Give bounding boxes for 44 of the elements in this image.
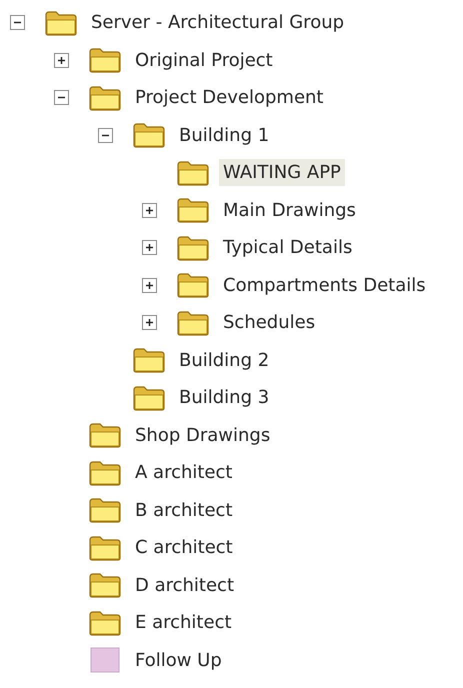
folder-icon [176, 160, 210, 186]
folder-icon [176, 197, 210, 224]
expand-icon[interactable] [142, 278, 157, 293]
folder-icon [88, 534, 122, 561]
tree-item[interactable]: Building 3 [175, 384, 274, 412]
folder-icon [176, 234, 210, 261]
tree-item[interactable]: Shop Drawings [131, 422, 274, 449]
tree-item[interactable]: A architect [131, 459, 236, 486]
tree-item[interactable]: WAITING APP [219, 159, 345, 186]
folder-icon [88, 610, 122, 636]
folder-icon [88, 572, 122, 598]
tree-item[interactable]: B architect [131, 496, 236, 524]
collapse-icon[interactable] [98, 128, 113, 143]
tree-item[interactable]: Follow Up [131, 646, 226, 674]
collapse-icon[interactable] [10, 15, 25, 30]
tree-item[interactable]: Compartments Details [219, 272, 430, 299]
tree-item[interactable]: Schedules [219, 309, 320, 336]
folder-icon [88, 460, 122, 486]
folder-icon [88, 497, 122, 524]
tree-item[interactable]: E architect [131, 609, 236, 636]
collapse-icon[interactable] [54, 90, 69, 106]
tree-item[interactable]: Typical Details [219, 234, 356, 262]
tree-item[interactable]: C architect [131, 534, 237, 562]
folder-icon [176, 310, 210, 336]
expand-icon[interactable] [54, 52, 69, 68]
tree-item[interactable]: Building 2 [175, 346, 274, 374]
folder-icon [88, 84, 122, 111]
folder-icon [132, 384, 166, 411]
expand-icon[interactable] [142, 240, 157, 256]
expand-icon[interactable] [142, 315, 157, 330]
tree-item[interactable]: Building 1 [175, 122, 274, 149]
folder-icon [44, 10, 78, 36]
folder-icon [132, 347, 166, 374]
tree-item[interactable]: Original Project [131, 46, 277, 74]
tree-item[interactable]: Server - Architectural Group [87, 9, 348, 36]
tree-item[interactable]: Main Drawings [219, 196, 360, 224]
folder-icon [132, 122, 166, 148]
folder-icon [176, 272, 210, 298]
folder-icon [88, 47, 122, 74]
folder-icon [88, 422, 122, 448]
tree-item[interactable]: D architect [131, 572, 238, 599]
note-icon [88, 647, 122, 674]
expand-icon[interactable] [142, 202, 157, 218]
tree-item[interactable]: Project Development [131, 84, 328, 112]
